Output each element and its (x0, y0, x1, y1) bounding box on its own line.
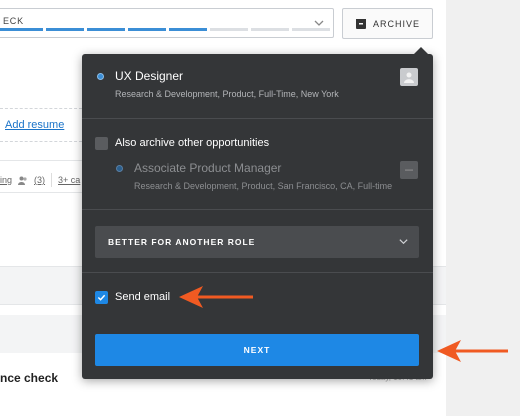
arrow-left-icon (437, 340, 508, 362)
more-link[interactable]: 3+ ca (58, 175, 80, 185)
avatar-icon (404, 72, 414, 83)
divider (0, 160, 82, 161)
progress-step (169, 28, 207, 31)
progress-step (128, 28, 166, 31)
chevron-down-icon (399, 239, 408, 245)
archive-others-checkbox[interactable] (95, 137, 108, 150)
progress-step (46, 28, 84, 31)
divider (82, 272, 433, 273)
arrow-left-icon (179, 286, 253, 308)
opportunity-title: UX Designer (115, 69, 184, 83)
archive-button-label: ARCHIVE (373, 18, 421, 29)
send-email-checkbox[interactable] (95, 291, 108, 304)
progress-step (0, 28, 43, 31)
progress-step (87, 28, 125, 31)
minus-icon (405, 169, 413, 171)
opportunity-status-dot (97, 73, 104, 80)
opportunity-subtitle: Research & Development, Product, Full-Ti… (115, 89, 339, 99)
section-title: nce check (0, 371, 59, 385)
other-opportunity-title: Associate Product Manager (134, 161, 282, 175)
divider (0, 192, 82, 193)
divider (82, 209, 433, 210)
progress-step (251, 28, 289, 31)
progress-step (210, 28, 248, 31)
divider (82, 118, 433, 119)
info-link[interactable]: ing (0, 175, 12, 185)
separator (51, 173, 53, 187)
divider (0, 141, 82, 142)
send-email-label: Send email (115, 291, 171, 303)
next-button[interactable]: NEXT (95, 334, 419, 366)
divider (0, 108, 82, 109)
archive-box-icon (356, 18, 366, 29)
archive-reason-value: BETTER FOR ANOTHER ROLE (108, 237, 256, 247)
archive-reason-select[interactable]: BETTER FOR ANOTHER ROLE (95, 226, 419, 258)
candidate-info-row: ing (3) 3+ ca (0, 173, 80, 187)
popover-caret (414, 47, 428, 54)
check-icon (97, 294, 106, 301)
archive-others-label: Also archive other opportunities (115, 137, 270, 149)
progress-step (292, 28, 330, 31)
next-button-label: NEXT (243, 345, 271, 355)
archive-popover: UX Designer Research & Development, Prod… (82, 47, 433, 379)
opportunity-status-dot (116, 165, 123, 172)
add-resume-link[interactable]: Add resume (5, 119, 64, 131)
avatar (400, 161, 418, 179)
followers-count[interactable]: (3) (34, 175, 45, 185)
other-opportunity-subtitle: Research & Development, Product, San Fra… (134, 181, 393, 191)
archive-button[interactable]: ARCHIVE (342, 8, 433, 39)
stage-select-label: ECK (3, 16, 24, 26)
avatar (400, 68, 418, 86)
user-group-icon (18, 176, 27, 185)
stage-select[interactable]: ECK (0, 8, 334, 38)
